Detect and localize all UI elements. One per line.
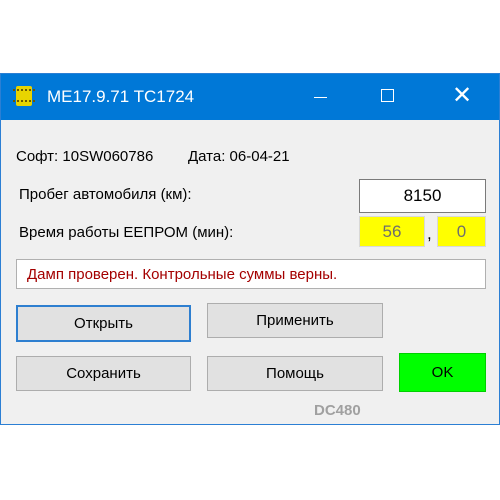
mileage-label: Пробег автомобиля (км): [19,186,192,203]
status-message: Дамп проверен. Контрольные суммы верны. [16,259,486,289]
close-icon: ✕ [452,82,473,109]
eeprom-time-field-2[interactable]: 0 [437,216,486,247]
date-label: Дата: 06-04-21 [188,148,290,165]
open-button[interactable]: Открыть [16,305,191,342]
save-button[interactable]: Сохранить [16,356,191,391]
mileage-input[interactable]: 8150 [359,179,486,213]
app-window: ME17.9.71 TC1724 ✕ Софт: 10SW060786 Дата… [0,73,500,425]
maximize-icon [381,89,394,102]
help-button[interactable]: Помощь [207,356,383,391]
ok-button[interactable]: OK [399,353,486,392]
minimize-button[interactable] [290,74,354,120]
eeprom-separator: , [427,224,432,243]
window-title: ME17.9.71 TC1724 [47,87,195,106]
eeprom-time-field-1[interactable]: 56 [359,216,425,247]
maximize-button[interactable] [358,74,422,120]
chip-icon [13,86,35,106]
watermark: DC480 [314,402,361,419]
title-bar[interactable]: ME17.9.71 TC1724 ✕ [1,74,499,120]
eeprom-time-label: Время работы ЕЕПРОМ (мин): [19,224,234,241]
close-button[interactable]: ✕ [431,74,495,120]
apply-button[interactable]: Применить [207,303,383,338]
minimize-icon [314,97,327,98]
software-label: Софт: 10SW060786 [16,148,154,165]
